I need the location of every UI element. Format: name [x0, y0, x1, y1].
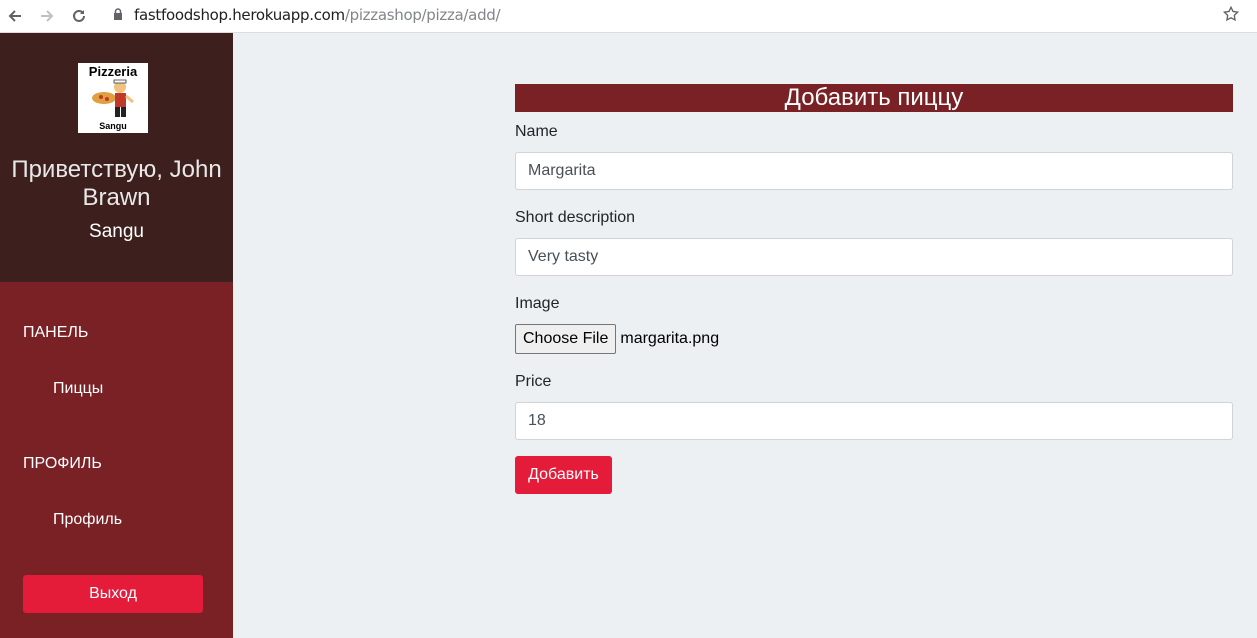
- sidebar-item-profile[interactable]: Профиль: [53, 511, 122, 529]
- price-label: Price: [515, 373, 552, 390]
- star-icon[interactable]: [1222, 5, 1240, 28]
- shop-name: Sangu: [89, 221, 144, 242]
- price-field[interactable]: 18: [515, 402, 1233, 440]
- description-value: Very tasty: [528, 248, 599, 265]
- address-bar[interactable]: fastfoodshop.herokuapp.com/pizzashop/piz…: [134, 5, 501, 25]
- add-button[interactable]: Добавить: [515, 456, 612, 494]
- logout-button[interactable]: Выход: [23, 575, 203, 613]
- chef-illustration: [92, 79, 134, 117]
- sidebar: Pizzeria Sangu Приветствую, John Brawn S…: [0, 33, 233, 638]
- description-label: Short description: [515, 209, 636, 226]
- name-value: Margarita: [528, 162, 596, 179]
- choose-file-button[interactable]: Choose File: [515, 324, 617, 354]
- greeting-text: Приветствую, John Brawn: [11, 156, 222, 211]
- sidebar-item-pizzas[interactable]: Пиццы: [53, 380, 103, 398]
- form-title: Добавить пиццу: [515, 84, 1233, 112]
- price-value: 18: [528, 412, 546, 429]
- image-label: Image: [515, 295, 560, 312]
- back-icon[interactable]: [3, 4, 27, 28]
- lock-icon: [113, 8, 123, 26]
- sidebar-header: Pizzeria Sangu Приветствую, John Brawn S…: [0, 33, 233, 282]
- url-host: fastfoodshop.herokuapp.com: [134, 6, 345, 24]
- description-field[interactable]: Very tasty: [515, 238, 1233, 276]
- section-title-panel: ПАНЕЛЬ: [23, 324, 89, 341]
- name-label: Name: [515, 123, 558, 140]
- add-pizza-form: Добавить пиццу Name Margarita Short desc…: [515, 84, 1233, 494]
- file-name: margarita.png: [620, 330, 720, 347]
- logo-title: Pizzeria: [88, 64, 138, 79]
- logo: Pizzeria Sangu: [78, 63, 148, 133]
- section-title-profile: ПРОФИЛЬ: [23, 455, 102, 472]
- logo-subtitle: Sangu: [99, 121, 127, 131]
- image-file-input: Choose File margarita.png: [515, 324, 719, 354]
- url-path: /pizzashop/pizza/add/: [344, 6, 501, 24]
- reload-icon[interactable]: [67, 4, 91, 28]
- browser-toolbar: fastfoodshop.herokuapp.com/pizzashop/piz…: [0, 0, 1257, 33]
- name-field[interactable]: Margarita: [515, 152, 1233, 190]
- forward-icon[interactable]: [35, 4, 59, 28]
- main-content: Добавить пиццу Name Margarita Short desc…: [233, 33, 1257, 638]
